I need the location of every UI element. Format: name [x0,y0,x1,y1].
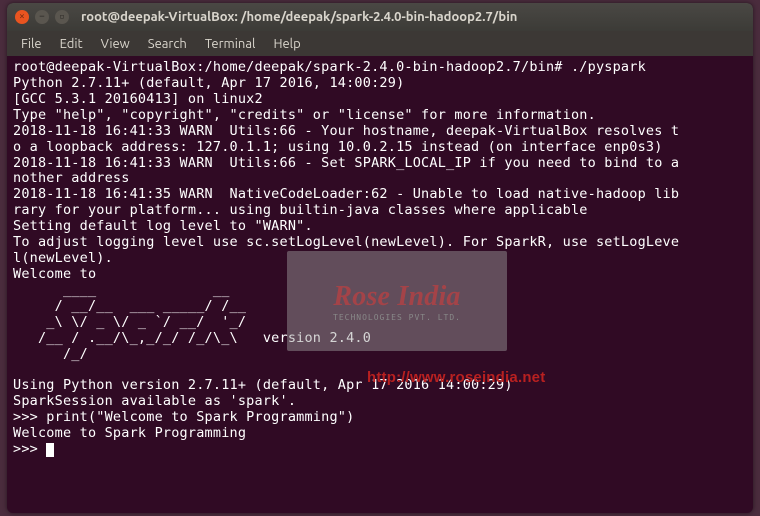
menubar: File Edit View Search Terminal Help [7,31,753,56]
titlebar: × − ▫ root@deepak-VirtualBox: /home/deep… [7,3,753,31]
window-controls: × − ▫ [15,10,69,24]
terminal-line: o a loopback address: 127.0.1.1; using 1… [13,139,663,155]
terminal-line: / __/__ ___ _____/ /__ [13,298,246,314]
terminal-line: ____ __ [13,282,230,298]
menu-terminal[interactable]: Terminal [197,33,264,55]
terminal-line: SparkSession available as 'spark'. [13,393,296,409]
menu-help[interactable]: Help [265,33,308,55]
terminal-line: Using Python version 2.7.11+ (default, A… [13,377,513,393]
terminal-line: To adjust logging level use sc.setLogLev… [13,234,679,250]
terminal-content[interactable]: root@deepak-VirtualBox:/home/deepak/spar… [7,56,753,510]
terminal-line: 2018-11-18 16:41:33 WARN Utils:66 - Set … [13,155,679,171]
window-title: root@deepak-VirtualBox: /home/deepak/spa… [81,10,517,24]
terminal-window: × − ▫ root@deepak-VirtualBox: /home/deep… [7,3,753,513]
terminal-line: [GCC 5.3.1 20160413] on linux2 [13,91,263,107]
watermark-subtitle: TECHNOLOGIES PVT. LTD. [333,313,461,322]
terminal-line: Python 2.7.11+ (default, Apr 17 2016, 14… [13,75,404,91]
terminal-line: Type "help", "copyright", "credits" or "… [13,107,596,123]
terminal-line: /_/ [13,346,88,362]
terminal-line: l(newLevel). [13,250,113,266]
terminal-line: nother address [13,170,130,186]
terminal-line: _\ \/ _ \/ _ `/ __/ '_/ [13,314,246,330]
menu-search[interactable]: Search [140,33,195,55]
terminal-line: >>> print("Welcome to Spark Programming"… [13,409,354,425]
terminal-line: Welcome to Spark Programming [13,425,246,441]
menu-edit[interactable]: Edit [52,33,91,55]
cursor [46,443,54,457]
terminal-line: /__ / .__/\_,_/_/ /_/\_\ version 2.4.0 [13,330,371,346]
terminal-line: rary for your platform... using builtin-… [13,202,588,218]
terminal-line: 2018-11-18 16:41:35 WARN NativeCodeLoade… [13,186,679,202]
menu-view[interactable]: View [93,33,138,55]
close-button[interactable]: × [15,10,29,24]
terminal-line: root@deepak-VirtualBox:/home/deepak/spar… [13,59,646,75]
maximize-button[interactable]: ▫ [55,10,69,24]
menu-file[interactable]: File [13,33,50,55]
terminal-line: Setting default log level to "WARN". [13,218,313,234]
watermark-logo: Rose India [333,280,460,313]
terminal-prompt: >>> [13,441,46,457]
minimize-button[interactable]: − [35,10,49,24]
terminal-line: Welcome to [13,266,96,282]
terminal-line: 2018-11-18 16:41:33 WARN Utils:66 - Your… [13,123,679,139]
